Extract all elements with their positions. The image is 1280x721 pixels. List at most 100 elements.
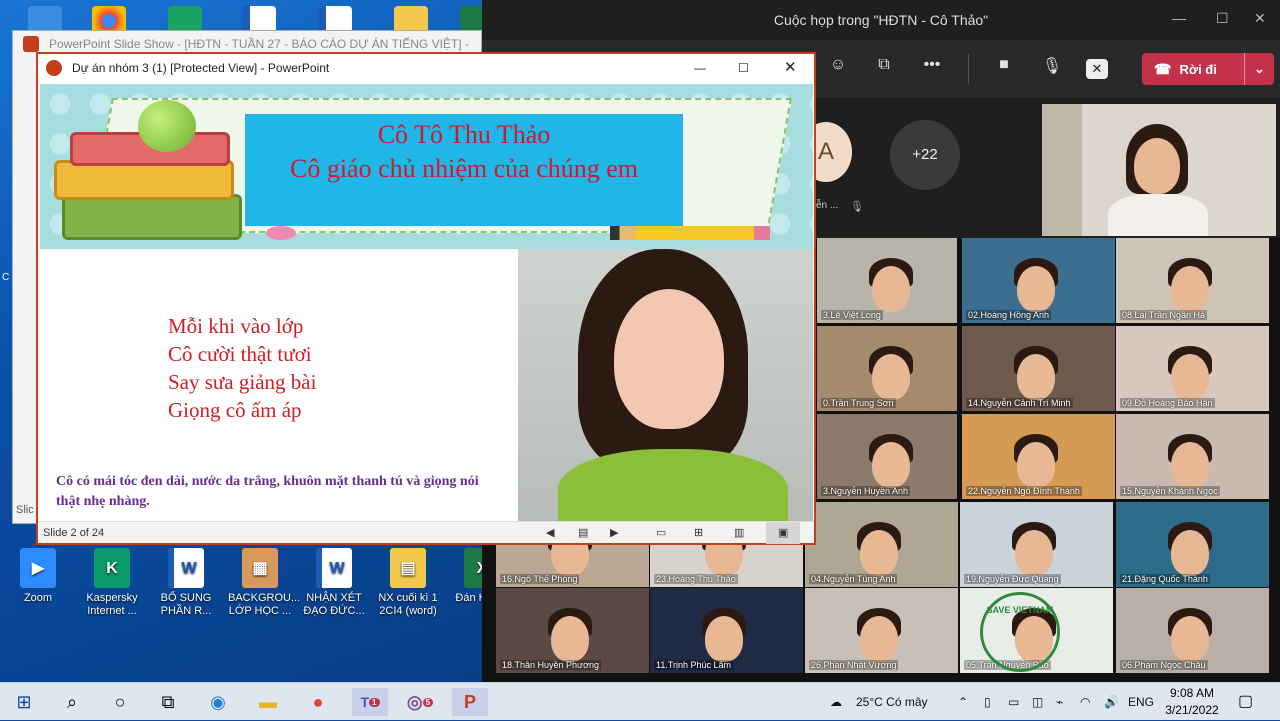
teacher-face — [1134, 138, 1180, 194]
desktop-icon[interactable]: W NHẬN XÉT ĐẠO ĐỨC... — [302, 548, 366, 618]
participant-name: 04.Nguyễn Tùng Anh — [809, 574, 898, 584]
tray-phone-icon[interactable]: ▭ — [1008, 683, 1019, 721]
participant-tile[interactable]: 18.Thân Huyền Phương — [496, 588, 649, 673]
participant-face — [1171, 616, 1209, 662]
windows-start-icon[interactable]: ⊞ — [6, 688, 42, 716]
participant-face — [1017, 266, 1055, 312]
next-slide-icon[interactable]: ▶ — [610, 522, 618, 544]
task-view-icon[interactable]: ⧉ — [150, 688, 186, 716]
participant-tile[interactable]: 09.Đỗ Hoàng Bảo Hân — [1116, 326, 1269, 411]
participant-name: 15.Nguyễn Khánh Ngọc — [1120, 486, 1220, 496]
participant-tile[interactable]: 11.Trịnh Phúc Lâm — [650, 588, 803, 673]
desktop-icon[interactable]: W BỔ SUNG PHẦN R... — [154, 548, 218, 618]
clock[interactable]: 9:08 AM 3/21/2022 — [1162, 685, 1222, 719]
maximize-icon[interactable]: ☐ — [1216, 10, 1229, 27]
camera-icon[interactable]: ■ — [990, 56, 1018, 74]
participant-name: 19.Nguyễn Đức Quang — [964, 574, 1061, 584]
slide-poem: Mỗi khi vào lớp Cô cười thật tươi Say sư… — [168, 312, 316, 424]
close-icon[interactable]: ✕ — [784, 54, 797, 82]
reading-view-icon[interactable]: ▥ — [734, 522, 744, 544]
previous-slide-icon[interactable]: ◀ — [546, 522, 554, 544]
participant-tile[interactable]: 3.Lê Việt Long — [817, 238, 957, 323]
participant-face — [1171, 354, 1209, 400]
participant-tile[interactable]: 04.Nguyễn Tùng Anh — [805, 502, 958, 587]
participant-name: 14.Nguyễn Cảnh Trí Minh — [966, 398, 1073, 408]
teacher-video[interactable] — [1042, 104, 1276, 236]
powerpoint-taskbar-icon[interactable]: P — [452, 688, 488, 716]
file-explorer-icon[interactable]: ▬ — [250, 688, 286, 716]
participant-tile[interactable]: 21.Đặng Quốc Thành — [1116, 502, 1269, 587]
notes-icon[interactable]: ▤ — [578, 522, 588, 544]
desktop-icon-label: Kaspersky Internet ... — [86, 592, 138, 617]
powerpoint-icon — [46, 60, 62, 76]
slide-sorter-icon[interactable]: ⊞ — [694, 522, 703, 544]
cortana-icon[interactable]: ○ — [102, 688, 138, 716]
tray-chevron-icon[interactable]: ⌃ — [958, 683, 968, 721]
maximize-icon[interactable]: ☐ — [738, 54, 749, 82]
microphone-icon[interactable]: 🎙 — [1038, 56, 1066, 76]
chrome-icon[interactable]: ● — [300, 688, 336, 716]
leave-button[interactable]: ☎ Rời đi ⌄ — [1142, 53, 1274, 85]
participant-tile[interactable]: 08.Lại Trần Ngân Hà — [1116, 238, 1269, 323]
participant-name: 22.Nguyễn Ngô Đình Thành — [966, 486, 1082, 496]
participant-tile[interactable]: 26.Phan Nhật Vượng — [805, 588, 958, 673]
close-icon[interactable]: ✕ — [1254, 10, 1266, 27]
minimize-icon[interactable]: — — [1172, 10, 1186, 26]
participant-face — [872, 354, 910, 400]
viber-icon[interactable]: ◎ 5 — [402, 688, 438, 716]
teacher-photo — [518, 249, 813, 523]
reactions-icon[interactable]: ☺ — [824, 56, 852, 74]
desktop-icon-image: W — [168, 548, 204, 588]
wifi-icon[interactable]: ◠ — [1080, 683, 1090, 721]
participant-tile[interactable]: 15.Nguyễn Khánh Ngọc — [1116, 414, 1269, 499]
tray-camera-icon[interactable]: ◫ — [1032, 683, 1043, 721]
participant-name: 02.Hoàng Hồng Anh — [966, 310, 1052, 320]
photo-green-dress — [558, 449, 788, 523]
chevron-down-icon[interactable]: ⌄ — [1244, 53, 1274, 85]
avatar-caption: ễn ... — [816, 200, 839, 211]
participant-tile[interactable]: 3.Nguyễn Huyền Anh — [817, 414, 957, 499]
share-screen-icon[interactable]: ⧉ — [870, 56, 898, 74]
teams-icon[interactable]: T1 — [352, 688, 388, 716]
powerpoint-title-bar: Dự án nhóm 3 (1) [Protected View] - Powe… — [38, 54, 814, 82]
participant-face — [1017, 354, 1055, 400]
poem-line: Giọng cô ấm áp — [168, 398, 302, 422]
clock-date: 3/21/2022 — [1165, 703, 1219, 717]
participant-tile[interactable]: 19.Nguyễn Đức Quang — [960, 502, 1113, 587]
edge-icon[interactable]: ◉ — [200, 688, 236, 716]
normal-view-icon[interactable]: ▭ — [656, 522, 666, 544]
participant-tile[interactable]: 0.Trần Trung Sơn — [817, 326, 957, 411]
network-icon[interactable]: ⌁ — [1056, 683, 1063, 721]
share-tray-icon[interactable]: ✕ — [1086, 59, 1108, 79]
participant-tile[interactable]: 22.Nguyễn Ngô Đình Thành — [962, 414, 1115, 499]
weather-text[interactable]: 25°C Có mây — [856, 683, 928, 721]
more-options-icon[interactable]: ••• — [918, 56, 946, 74]
slideshow-view-icon[interactable]: ▣ — [766, 522, 801, 544]
powerpoint-window[interactable]: Dự án nhóm 3 (1) [Protected View] - Powe… — [36, 52, 816, 545]
participant-name: 0.Trần Trung Sơn — [821, 398, 896, 408]
search-icon[interactable]: ⌕ — [54, 688, 90, 716]
overflow-participants-button[interactable]: +22 — [890, 120, 960, 190]
participant-tile[interactable]: 06.Phạm Ngọc Châu — [1116, 588, 1269, 673]
desktop-icon-label: NHẬN XÉT ĐẠO ĐỨC... — [303, 592, 365, 617]
desktop-icon[interactable]: K Kaspersky Internet ... — [80, 548, 144, 618]
volume-icon[interactable]: 🔊 — [1104, 683, 1119, 721]
desktop-icon[interactable]: ▶ Zoom — [6, 548, 70, 605]
slide-description: Cô có mái tóc đen dài, nước da trắng, kh… — [56, 474, 479, 509]
notification-icon[interactable]: ▢ — [1238, 683, 1253, 721]
desktop-icon[interactable]: ▦ BACKGROU... LỚP HỌC ... — [228, 548, 300, 618]
language-indicator[interactable]: ENG — [1128, 683, 1154, 721]
tray-app-icon[interactable]: ▯ — [984, 683, 991, 721]
minimize-icon[interactable]: — — [694, 54, 706, 82]
powerpoint-icon — [23, 36, 39, 52]
teams-meeting-title: Cuộc họp trong "HĐTN - Cô Thảo" — [773, 12, 989, 28]
slide-canvas[interactable]: Cô Tô Thu Thảo Cô giáo chủ nhiệm của chú… — [40, 84, 813, 523]
participant-tile[interactable]: 14.Nguyễn Cảnh Trí Minh — [962, 326, 1115, 411]
participant-name: 21.Đặng Quốc Thành — [1120, 574, 1210, 584]
participant-tile[interactable]: 05.Trần Nguyễn Bảo SAVE VIETNAM — [960, 588, 1113, 673]
participant-name: 3.Lê Việt Long — [821, 310, 883, 320]
desktop-icon[interactable]: ▤ NX cuối kì 1 2CI4 (word) — [376, 548, 440, 618]
participant-face — [551, 616, 589, 662]
desktop-icon-image: ▤ — [390, 548, 426, 588]
participant-tile[interactable]: 02.Hoàng Hồng Anh — [962, 238, 1115, 323]
